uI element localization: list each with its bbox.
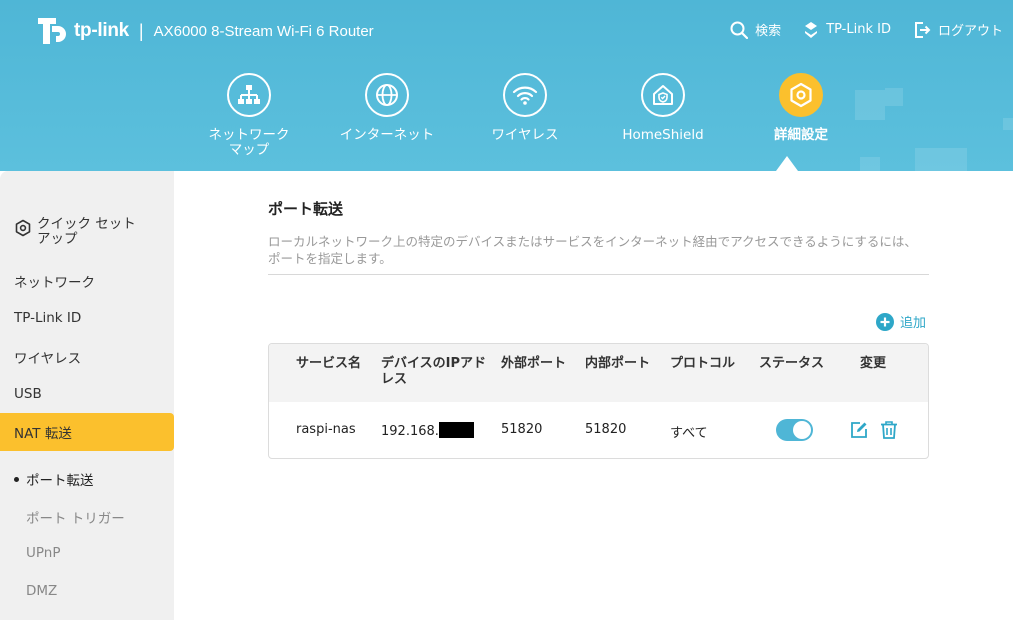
globe-icon (365, 73, 409, 117)
search-link[interactable]: 検索 (730, 20, 781, 39)
header-internal-port: 内部ポート (585, 356, 651, 371)
sidebar-item-nat-forwarding[interactable]: NAT 転送 (0, 413, 174, 451)
add-button[interactable]: 追加 (876, 312, 926, 331)
sidebar-item-nat-forwarding-label: NAT 転送 (14, 426, 72, 442)
edit-button[interactable] (849, 420, 869, 444)
nav-wireless-label: ワイヤレス (491, 127, 559, 143)
nav-advanced-label: 詳細設定 (774, 127, 828, 143)
nav-network-map[interactable]: ネットワーク マップ (180, 73, 318, 158)
network-map-icon (227, 73, 271, 117)
trash-icon (881, 421, 897, 439)
sidebar-subitem-port-forwarding-label: ポート転送 (26, 473, 94, 489)
cell-external-port: 51820 (501, 422, 543, 437)
delete-button[interactable] (879, 420, 899, 444)
tp-link-logo-icon (34, 14, 70, 48)
nav-internet-label: インターネット (339, 127, 435, 143)
logout-link-label: ログアウト (937, 24, 1003, 39)
header-status: ステータス (759, 356, 825, 371)
tplink-id-link-label: TP-Link ID (826, 22, 891, 37)
main-nav: ネットワーク マップ インターネット ワイヤレス HomeShield 詳細設定 (180, 73, 870, 158)
cell-service-name: raspi-nas (296, 422, 356, 437)
nav-network-map-label: ネットワーク マップ (208, 127, 290, 158)
gear-icon (15, 219, 31, 237)
search-link-label: 検索 (755, 24, 782, 39)
nav-homeshield-label: HomeShield (622, 127, 704, 143)
header-protocol: プロトコル (670, 356, 736, 371)
sidebar-subitem-port-forwarding[interactable]: ポート転送 (14, 469, 94, 489)
cell-device-ip-text: 192.168. (381, 424, 439, 439)
brand-separator: | (138, 20, 144, 41)
cell-protocol: すべて (670, 426, 708, 441)
page-description: ローカルネットワーク上の特定のデバイスまたはサービスをインターネット経由でアクセ… (268, 234, 917, 266)
logout-icon (914, 21, 931, 38)
nav-advanced[interactable]: 詳細設定 (732, 73, 870, 158)
sidebar-item-quick-setup-label: クイック セット アップ (37, 216, 136, 247)
sidebar-item-wireless[interactable]: ワイヤレス (0, 347, 174, 367)
sidebar-item-network[interactable]: ネットワーク (0, 271, 174, 291)
sidebar-item-usb[interactable]: USB (0, 386, 174, 402)
homeshield-icon (641, 73, 685, 117)
header-device-ip: デバイスのIPアドレス (381, 356, 486, 387)
header-bar: tp-link | AX6000 8-Stream Wi-Fi 6 Router… (0, 0, 1013, 171)
cell-device-ip: 192.168. (381, 422, 474, 439)
nav-internet[interactable]: インターネット (318, 73, 456, 158)
search-icon (730, 21, 749, 39)
top-links: 検索 TP-Link ID ログアウト (730, 20, 1003, 39)
header-external-port: 外部ポート (501, 356, 567, 371)
page-title: ポート転送 (268, 200, 344, 218)
current-dot (14, 476, 19, 482)
edit-icon (851, 422, 867, 438)
brand-name: tp-link (74, 20, 129, 41)
logout-link[interactable]: ログアウト (913, 20, 1003, 39)
router-model: AX6000 8-Stream Wi-Fi 6 Router (153, 22, 374, 40)
toggle-knob (793, 421, 811, 439)
sidebar: クイック セット アップ ネットワーク TP-Link ID ワイヤレス USB… (0, 171, 174, 620)
gear-icon (779, 73, 823, 117)
tplink-id-link[interactable]: TP-Link ID (803, 20, 891, 39)
sidebar-subitem-dmz[interactable]: DMZ (26, 583, 57, 599)
user-id-icon (805, 21, 818, 38)
redaction-box (438, 422, 474, 438)
add-button-label: 追加 (900, 316, 927, 331)
nav-homeshield[interactable]: HomeShield (594, 73, 732, 158)
main-content: ポート転送 ローカルネットワーク上の特定のデバイスまたはサービスをインターネット… (268, 198, 929, 331)
plus-circle-icon (876, 312, 894, 331)
header-service-name: サービス名 (296, 356, 362, 371)
divider (268, 274, 929, 275)
table-header: サービス名 デバイスのIPアドレス 外部ポート 内部ポート プロトコル ステータ… (269, 344, 928, 402)
port-forwarding-table: サービス名 デバイスのIPアドレス 外部ポート 内部ポート プロトコル ステータ… (268, 343, 929, 459)
status-toggle[interactable] (776, 419, 813, 441)
sidebar-subitem-port-triggering[interactable]: ポート トリガー (26, 507, 125, 527)
sidebar-subitem-upnp[interactable]: UPnP (26, 545, 60, 561)
nav-active-pointer (776, 156, 798, 171)
cell-internal-port: 51820 (585, 422, 627, 437)
wifi-icon (503, 73, 547, 117)
nav-wireless[interactable]: ワイヤレス (456, 73, 594, 158)
sidebar-item-tplink-id[interactable]: TP-Link ID (0, 310, 174, 326)
tp-link-logo[interactable]: tp-link | AX6000 8-Stream Wi-Fi 6 Router (34, 14, 374, 48)
sidebar-item-quick-setup[interactable]: クイック セット アップ (0, 217, 174, 247)
header-modify: 変更 (860, 356, 887, 371)
